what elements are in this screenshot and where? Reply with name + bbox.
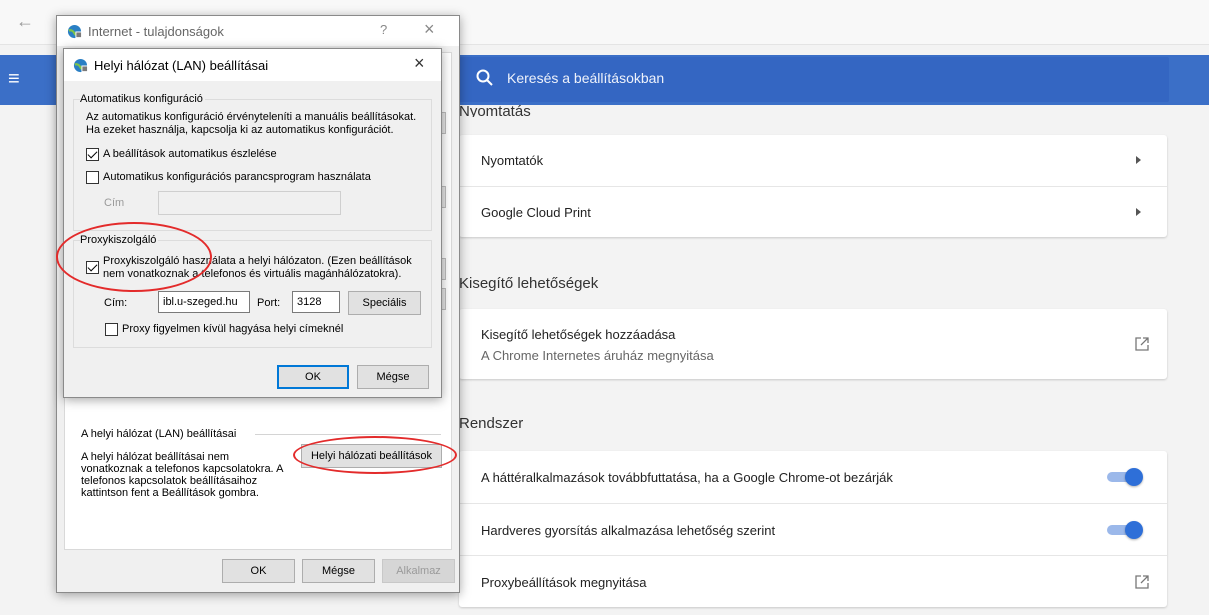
ok-button[interactable]: OK <box>222 559 295 583</box>
auto-script-label: Automatikus konfigurációs parancsprogram… <box>103 171 371 183</box>
address-label: Cím <box>104 197 125 209</box>
back-arrow-icon[interactable]: ← <box>16 9 40 33</box>
internet-globe-icon <box>73 58 88 73</box>
cloud-print-label: Google Cloud Print <box>481 205 591 220</box>
cancel-button[interactable]: Mégse <box>357 365 429 389</box>
apply-button[interactable]: Alkalmaz <box>382 559 455 583</box>
dialog-title: Internet - tulajdonságok <box>88 24 224 39</box>
printers-label: Nyomtatók <box>481 153 544 168</box>
background-apps-row[interactable]: A háttéralkalmazások továbbfuttatása, ha… <box>459 451 1167 503</box>
external-link-icon <box>1135 337 1149 351</box>
close-button[interactable]: × <box>414 53 425 74</box>
auto-config-desc: Ha ezeket használja, kapcsolja ki az aut… <box>86 124 394 136</box>
script-address-input[interactable] <box>158 191 341 215</box>
cancel-button[interactable]: Mégse <box>302 559 375 583</box>
hw-accel-toggle[interactable] <box>1107 521 1143 539</box>
dialog-title: Helyi hálózat (LAN) beállításai <box>94 58 269 73</box>
lan-text-line: telefonos kapcsolatok beállításaihoz <box>81 475 258 487</box>
search-icon <box>476 69 493 86</box>
printers-row[interactable]: Nyomtatók <box>459 135 1167 186</box>
auto-config-desc: Az automatikus konfiguráció érvénytelení… <box>86 111 417 123</box>
hw-accel-row[interactable]: Hardveres gyorsítás alkalmazása lehetősé… <box>459 503 1167 555</box>
proxy-address-label: Cím: <box>104 297 128 309</box>
advanced-button[interactable]: Speciális <box>348 291 421 315</box>
printing-card: Nyomtatók Google Cloud Print <box>459 135 1167 237</box>
help-button[interactable]: ? <box>380 22 387 37</box>
search-input[interactable]: Keresés a beállításokban <box>507 70 664 86</box>
system-card: A háttéralkalmazások továbbfuttatása, ha… <box>459 451 1167 607</box>
highlight-oval <box>293 436 457 474</box>
add-accessibility-row[interactable]: Kisegítő lehetőségek hozzáadása A Chrome… <box>459 309 1167 379</box>
group-separator <box>255 434 441 435</box>
lan-settings-dialog: Helyi hálózat (LAN) beállításai × Automa… <box>56 48 442 398</box>
hw-accel-label: Hardveres gyorsítás alkalmazása lehetősé… <box>481 523 776 538</box>
settings-search[interactable]: Keresés a beállításokban <box>459 57 1169 102</box>
printing-section-title: Nyomtatás <box>459 103 531 117</box>
lan-text-line: vonatkoznak a telefonos kapcsolatokra. A <box>81 463 284 475</box>
internet-globe-icon <box>67 24 82 39</box>
background-apps-toggle[interactable] <box>1107 468 1143 486</box>
proxy-address-input[interactable]: ibl.u-szeged.hu <box>158 291 250 313</box>
system-section-title: Rendszer <box>459 415 524 432</box>
auto-detect-label: A beállítások automatikus észlelése <box>103 148 277 160</box>
arrow-right-icon <box>1136 156 1141 164</box>
cloud-print-row[interactable]: Google Cloud Print <box>459 186 1167 237</box>
auto-script-checkbox[interactable] <box>86 171 99 184</box>
port-label: Port: <box>257 297 281 309</box>
accessibility-section-title: Kisegítő lehetőségek <box>459 275 599 292</box>
lan-text-line: A helyi hálózat beállításai nem <box>81 451 229 463</box>
close-button[interactable]: × <box>424 19 435 40</box>
menu-icon[interactable]: ≡ <box>8 67 32 91</box>
arrow-right-icon <box>1136 208 1141 216</box>
titlebar: Helyi hálózat (LAN) beállításai × <box>64 49 441 81</box>
highlight-oval <box>56 222 212 292</box>
accessibility-card: Kisegítő lehetőségek hozzáadása A Chrome… <box>459 309 1167 379</box>
lan-section-title: A helyi hálózat (LAN) beállításai <box>81 428 237 440</box>
external-link-icon[interactable] <box>1135 575 1149 589</box>
background-apps-label: A háttéralkalmazások továbbfuttatása, ha… <box>481 470 893 485</box>
bypass-local-checkbox[interactable] <box>105 323 118 336</box>
proxy-settings-row[interactable]: Proxybeállítások megnyitása <box>459 555 1167 607</box>
add-accessibility-label: Kisegítő lehetőségek hozzáadása <box>481 327 676 342</box>
proxy-settings-label: Proxybeállítások megnyitása <box>481 575 647 590</box>
webstore-sublabel: A Chrome Internetes áruház megnyitása <box>481 348 714 363</box>
lan-text-line: kattintson fent a Beállítások gombra. <box>81 487 259 499</box>
auto-config-group-title: Automatikus konfiguráció <box>80 93 205 105</box>
ok-button[interactable]: OK <box>277 365 349 389</box>
bypass-local-label: Proxy figyelmen kívül hagyása helyi címe… <box>122 323 344 335</box>
titlebar: Internet - tulajdonságok ? × <box>57 16 459 46</box>
auto-detect-checkbox[interactable] <box>86 148 99 161</box>
port-input[interactable]: 3128 <box>292 291 340 313</box>
